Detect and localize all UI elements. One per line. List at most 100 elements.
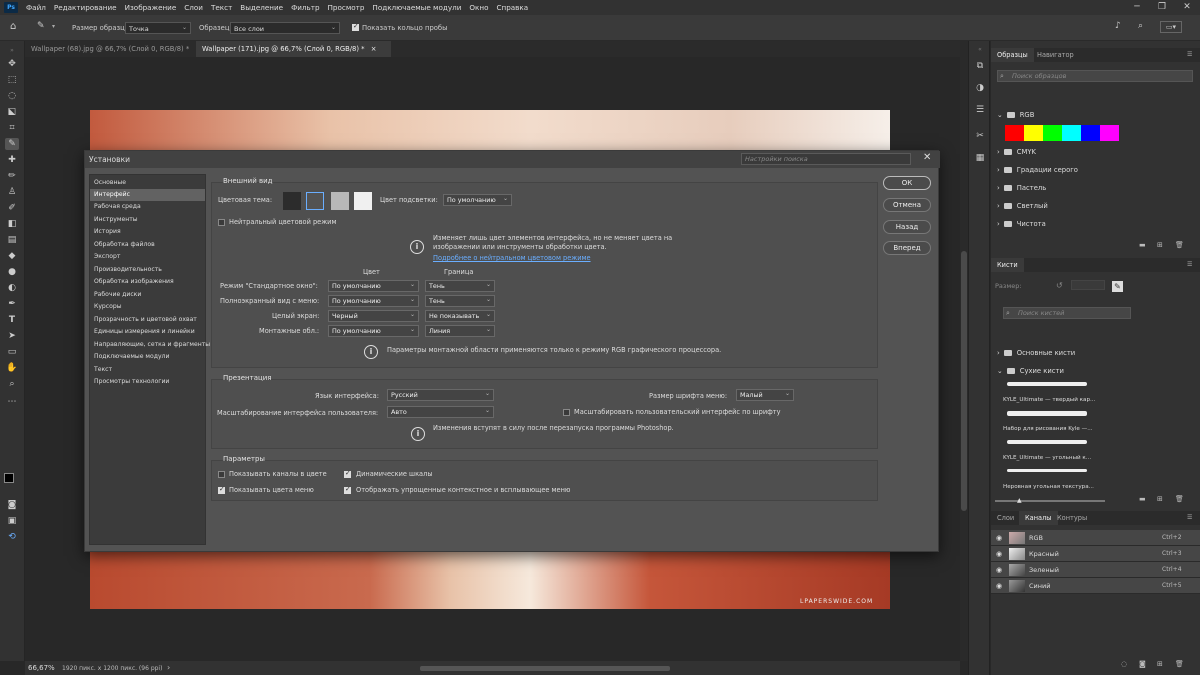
artboards-color-select[interactable]: По умолчанию ⌄ <box>328 325 419 337</box>
eye-icon[interactable]: ◉ <box>996 582 1002 590</box>
brush-item[interactable]: KYLE_Ultimate — угольный к... <box>1003 455 1103 461</box>
trash-icon[interactable]: 🗑 <box>1175 241 1184 249</box>
menu-image[interactable]: Изображение <box>121 0 181 15</box>
swatch-group-pure[interactable]: › Чистота <box>997 220 1046 228</box>
swatch-blue[interactable] <box>1081 125 1100 141</box>
swatch-cyan[interactable] <box>1062 125 1081 141</box>
reset-size-icon[interactable]: ↺ <box>1056 281 1063 290</box>
sample-size-select[interactable]: Точка ⌄ <box>125 22 191 34</box>
collapse-arrows-icon[interactable]: » <box>5 45 19 57</box>
highlight-color-select[interactable]: По умолчанию ⌄ <box>443 194 512 206</box>
category-units-rulers[interactable]: Единицы измерения и линейки <box>90 326 205 338</box>
document-info[interactable]: 1920 пикс. x 1200 пикс. (96 ppi) <box>62 665 162 672</box>
new-channel-icon[interactable]: ⊞ <box>1157 660 1163 668</box>
swatch-red[interactable] <box>1005 125 1024 141</box>
category-tools[interactable]: Инструменты <box>90 214 205 226</box>
new-brush-icon[interactable]: ⊞ <box>1157 495 1163 503</box>
menu-help[interactable]: Справка <box>492 0 532 15</box>
menu-font-size-select[interactable]: Малый ⌄ <box>736 389 794 401</box>
menu-edit[interactable]: Редактирование <box>50 0 121 15</box>
share-icon[interactable]: ⟲ <box>5 531 19 543</box>
marquee-tool-icon[interactable]: ⬚ <box>5 74 19 86</box>
history-brush-tool-icon[interactable]: ✐ <box>5 202 19 214</box>
neutral-color-mode-checkbox[interactable] <box>218 219 225 226</box>
category-interface[interactable]: Интерфейс <box>90 189 205 201</box>
screen-mode-icon[interactable]: ▣ <box>5 515 19 527</box>
fullscreen-menu-border-select[interactable]: Тень ⌄ <box>425 295 495 307</box>
brush-group-dry[interactable]: ⌄ Сухие кисти <box>997 367 1064 375</box>
prev-button[interactable]: Назад <box>883 220 931 234</box>
show-menu-colors-checkbox[interactable] <box>218 485 225 494</box>
brush-group-basic[interactable]: › Основные кисти <box>997 349 1075 357</box>
swatch-group-cmyk[interactable]: › CMYK <box>997 148 1036 156</box>
scroll-thumb[interactable] <box>961 251 967 511</box>
rectangle-tool-icon[interactable]: ▭ <box>5 346 19 358</box>
category-scratch-disks[interactable]: Рабочие диски <box>90 289 205 301</box>
horizontal-scroll-thumb[interactable] <box>420 666 670 671</box>
move-tool-icon[interactable]: ✥ <box>5 58 19 70</box>
tool-preset-chevron-icon[interactable]: ▾ <box>52 23 55 30</box>
pen-tool-icon[interactable]: ✒ <box>5 298 19 310</box>
new-swatch-icon[interactable]: ⊞ <box>1157 241 1163 249</box>
neutral-mode-learn-more-link[interactable]: Подробнее о нейтральном цветовом режиме <box>433 254 591 262</box>
notification-bell-icon[interactable]: ♪ <box>1115 21 1121 31</box>
hand-tool-icon[interactable]: ✋ <box>5 362 19 374</box>
category-guides-grid[interactable]: Направляющие, сетка и фрагменты <box>90 339 210 351</box>
dynamic-sliders-checkbox[interactable] <box>344 469 351 478</box>
libraries-panel-icon[interactable]: ▦ <box>973 151 987 165</box>
save-selection-icon[interactable]: ◙ <box>1139 660 1146 668</box>
theme-swatch-lightest[interactable] <box>354 192 372 210</box>
category-performance[interactable]: Производительность <box>90 264 205 276</box>
eraser-tool-icon[interactable]: ◧ <box>5 218 19 230</box>
category-history[interactable]: История <box>90 226 205 238</box>
category-type[interactable]: Текст <box>90 364 205 376</box>
path-select-tool-icon[interactable]: ➤ <box>5 330 19 342</box>
eye-icon[interactable]: ◉ <box>996 550 1002 558</box>
tab-paths[interactable]: Контуры <box>1051 511 1093 525</box>
tab-wallpaper-171[interactable]: Wallpaper (171).jpg @ 66,7% (Слой 0, RGB… <box>196 41 391 57</box>
cancel-button[interactable]: Отмена <box>883 198 931 212</box>
eye-icon[interactable]: ◉ <box>996 566 1002 574</box>
sample-select[interactable]: Все слои ⌄ <box>230 22 340 34</box>
menu-window[interactable]: Окно <box>465 0 492 15</box>
category-plugins[interactable]: Подключаемые модули <box>90 351 205 363</box>
properties-panel-icon[interactable]: ☰ <box>973 103 987 117</box>
brush-item[interactable]: KYLE_Ultimate — твердый кар... <box>1003 397 1103 403</box>
new-group-icon[interactable]: ▬ <box>1139 241 1146 249</box>
channel-row-rgb[interactable]: ◉ RGB Ctrl+2 <box>991 530 1200 546</box>
menu-file[interactable]: Файл <box>22 0 50 15</box>
show-ring-checkbox[interactable] <box>352 22 359 31</box>
close-window-icon[interactable]: ✕ <box>1175 0 1199 15</box>
next-button[interactable]: Вперед <box>883 241 931 255</box>
standard-window-border-select[interactable]: Тень ⌄ <box>425 280 495 292</box>
close-tab-icon[interactable]: × <box>371 45 377 53</box>
swatch-group-grayscale[interactable]: › Градации серого <box>997 166 1078 174</box>
category-workspace[interactable]: Рабочая среда <box>90 201 205 213</box>
canvas-vertical-scrollbar[interactable] <box>960 41 968 661</box>
dodge-tool-icon[interactable]: ◐ <box>5 282 19 294</box>
collapse-arrows-icon[interactable]: « <box>973 43 987 57</box>
slider-handle-icon[interactable]: ▲ <box>1017 497 1022 504</box>
theme-swatch-light[interactable] <box>331 192 349 210</box>
category-image-processing[interactable]: Обработка изображения <box>90 276 205 288</box>
category-file-handling[interactable]: Обработка файлов <box>90 239 205 251</box>
channel-row-green[interactable]: ◉ Зеленый Ctrl+4 <box>991 562 1200 578</box>
swatch-magenta[interactable] <box>1100 125 1119 141</box>
foreground-color-swatch[interactable] <box>4 473 14 483</box>
trash-icon[interactable]: 🗑 <box>1175 495 1184 503</box>
panel-menu-icon[interactable]: ☰ <box>1187 51 1192 58</box>
menu-select[interactable]: Выделение <box>236 0 287 15</box>
eye-icon[interactable]: ◉ <box>996 534 1002 542</box>
category-tech-previews[interactable]: Просмотры технологии <box>90 376 205 388</box>
healing-brush-tool-icon[interactable]: ✚ <box>5 154 19 166</box>
show-channels-color-checkbox[interactable] <box>218 471 225 478</box>
status-menu-arrow-icon[interactable]: › <box>167 663 170 672</box>
workspace-switcher-icon[interactable]: ▭▾ <box>1160 21 1182 33</box>
swatch-yellow[interactable] <box>1024 125 1043 141</box>
ui-language-select[interactable]: Русский ⌄ <box>387 389 494 401</box>
swatch-green[interactable] <box>1043 125 1062 141</box>
quick-mask-icon[interactable]: ◙ <box>5 499 19 511</box>
menu-layer[interactable]: Слои <box>180 0 207 15</box>
tab-layers[interactable]: Слои <box>991 511 1020 525</box>
brush-item[interactable]: Набор для рисования Kyle —... <box>1003 426 1103 432</box>
